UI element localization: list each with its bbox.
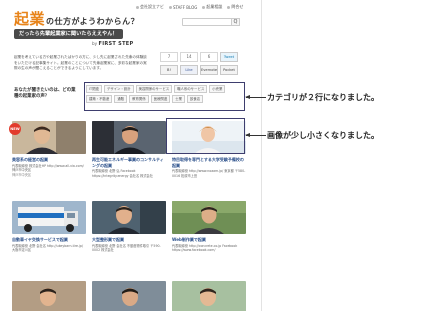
truck-photo-icon	[12, 201, 86, 234]
article-thumbnail[interactable]	[12, 121, 86, 154]
person-photo-icon	[92, 201, 166, 234]
share-count-facebook: 14	[180, 52, 198, 62]
article-card[interactable]: Web制作業で起業 代表取締役 http://concrete.co.jp Fa…	[172, 201, 246, 253]
article-title[interactable]: 特目取得を専門とする大学受験予備校の起業	[172, 157, 246, 168]
pocket-button[interactable]: Pocket	[220, 65, 238, 75]
person-photo-icon	[172, 281, 246, 311]
person-photo-icon	[92, 281, 166, 311]
article-thumbnail[interactable]	[12, 281, 86, 311]
article-title[interactable]: Web制作業で起業	[172, 237, 246, 243]
category-highlight-box	[84, 82, 245, 111]
search-icon: Q	[233, 19, 238, 25]
image-note: 画像が少し小さくなりました。	[267, 131, 379, 140]
brand-name: FIRST STEP	[98, 41, 134, 47]
share-buttons: 7 14 6 Tweet B! Like Evernote Pocket	[160, 52, 238, 75]
arrow-icon	[245, 94, 266, 99]
article-meta: 神戸市中央区	[12, 172, 32, 177]
person-photo-icon	[172, 201, 246, 234]
logo-kanji: 起業	[14, 10, 46, 28]
evernote-button[interactable]: Evernote	[200, 65, 218, 75]
search-input[interactable]	[182, 18, 238, 26]
article-desc: 代表取締役 北野 弘 Facebook https://integrity.en…	[92, 169, 153, 178]
article-card[interactable]: 自動車イヤ交換サービスで起業 代表取締役 北野 会社名 http://ukeyb…	[12, 201, 86, 253]
by-line: by FIRST STEP	[92, 41, 134, 47]
article-thumbnail[interactable]	[12, 201, 86, 234]
nav-item-staff-blog[interactable]: STAFF BLOG	[169, 4, 197, 10]
article-card[interactable]: 美容系の経営の起業 代表取締役 株式会社HP http://www.all-vi…	[12, 121, 86, 177]
person-photo-icon	[92, 121, 166, 154]
category-question: あなたが聞きたいのは、どの業種の起業家の声？	[14, 88, 76, 99]
arrow-icon	[245, 132, 266, 137]
nav-item-contact[interactable]: 問合せ	[227, 4, 243, 10]
article-thumbnail[interactable]	[172, 201, 246, 234]
article-thumbnail[interactable]	[92, 121, 166, 154]
article-card[interactable]: 再生可能エネルギー事業のコンサルティングの起業 代表取締役 北野 弘 Faceb…	[92, 121, 166, 178]
site-logo[interactable]: 起業の仕方がようわからん？	[14, 8, 139, 29]
article-desc: 代表取締役 http://concrete.co.jp Facebook htt…	[172, 243, 238, 253]
hatena-button[interactable]: B!	[160, 65, 178, 75]
article-desc: 代表取締役 http://www.noaam.jp/ 東京都 〒580-0016…	[172, 169, 246, 178]
categories-note: カテゴリが２行になりました。	[267, 93, 379, 102]
share-count-evernote: 6	[200, 52, 218, 62]
article-card[interactable]	[92, 281, 166, 311]
logo-rest: の仕方がようわからん？	[46, 17, 140, 26]
nav-item-consult[interactable]: 起業相談	[202, 4, 222, 10]
article-desc: 代表取締役 北野 会社名 http://ukeybarn-tire.jp/ 大阪…	[12, 243, 84, 253]
nav-item-company-navi[interactable]: 会社設立ナビ	[136, 4, 164, 10]
article-thumbnail[interactable]	[172, 281, 246, 311]
bullet-icon	[136, 5, 139, 9]
article-thumbnail[interactable]	[92, 281, 166, 311]
article-title[interactable]: 再生可能エネルギー事業のコンサルティングの起業	[92, 157, 166, 168]
search-button[interactable]: Q	[231, 18, 240, 26]
person-photo-icon	[12, 121, 86, 154]
bullet-icon	[169, 5, 172, 9]
article-thumbnail[interactable]	[92, 201, 166, 234]
intro-text: 起業を考えている方や起業されたばかりの方に、少し先に起業された先輩の体験談をいた…	[14, 55, 147, 71]
person-photo-icon	[12, 281, 86, 311]
tweet-button[interactable]: Tweet	[220, 52, 238, 62]
image-highlight-box	[166, 118, 245, 154]
article-title[interactable]: 大型整形業で起業	[92, 237, 166, 243]
article-card[interactable]: 大型整形業で起業 代表取締役 北野 会社名 不動産物件取引 〒590-0002 …	[92, 201, 166, 253]
article-desc: 代表取締役 株式会社HP http://www.all-via.com/ 神戸市…	[12, 163, 84, 173]
article-card[interactable]	[12, 281, 86, 311]
article-card[interactable]	[172, 281, 246, 311]
top-nav: 会社設立ナビ STAFF BLOG 起業相談 問合せ	[136, 4, 243, 10]
share-count-hatena: 7	[160, 52, 178, 62]
article-title[interactable]: 美容系の経営の起業	[12, 157, 86, 163]
bullet-icon	[202, 5, 206, 9]
bullet-icon	[227, 5, 231, 9]
new-badge: NEW	[9, 123, 21, 135]
facebook-like-button[interactable]: Like	[180, 65, 198, 75]
article-title[interactable]: 自動車イヤ交換サービスで起業	[12, 237, 86, 243]
site-tagline: だったら先輩起業家に聞いたらええやん！	[14, 29, 123, 39]
article-desc: 代表取締役 北野 会社名 不動産物件取引 〒590-0002 株式会社	[92, 243, 161, 253]
blog-page: 起業の仕方がようわからん？ 会社設立ナビ STAFF BLOG 起業相談 問合せ…	[0, 0, 262, 311]
